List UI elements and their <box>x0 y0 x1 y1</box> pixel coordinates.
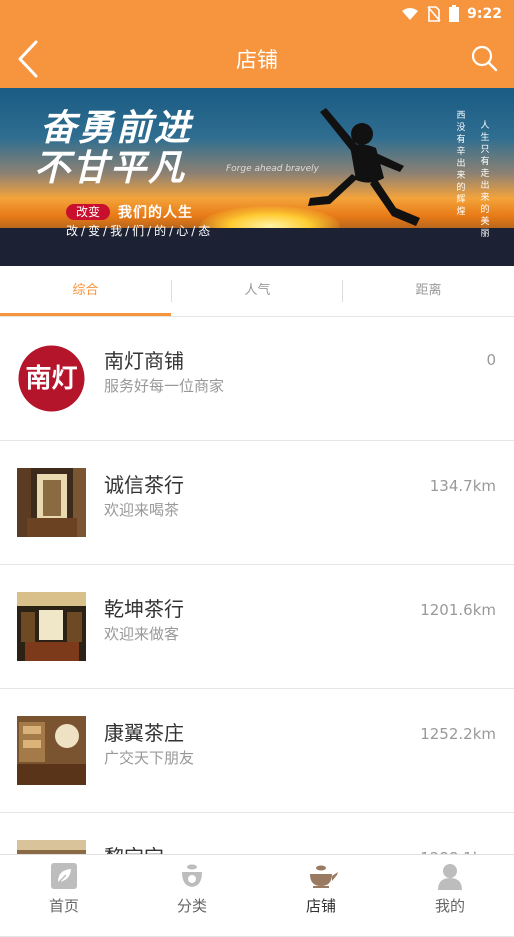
nav-home[interactable]: 首页 <box>0 855 128 916</box>
shop-name: 南灯商铺 <box>104 349 184 373</box>
nav-category[interactable]: 分类 <box>128 855 256 916</box>
shop-thumbnail-image <box>17 592 86 661</box>
nav-home-label: 首页 <box>48 897 79 915</box>
shop-list-item[interactable]: 康翼茶庄 广交天下朋友 1252.2km <box>0 689 514 813</box>
nav-mine[interactable]: 我的 <box>386 855 514 916</box>
promo-banner[interactable]: 奋勇前进 不甘平凡 Forge ahead bravely 改变 我们的人生 改… <box>0 88 514 266</box>
shop-name: 乾坤茶行 <box>104 597 184 621</box>
banner-subtitle: 我们的人生 <box>118 205 193 221</box>
shop-desc: 欢迎来喝茶 <box>104 501 180 519</box>
shop-thumbnail-image <box>17 716 86 785</box>
shop-distance: 1252.2km <box>420 725 496 743</box>
tab-distance[interactable]: 距离 <box>343 266 514 316</box>
nav-mine-label: 我的 <box>434 897 465 915</box>
shop-desc: 服务好每一位商家 <box>104 377 225 395</box>
shop-logo-nandeng: 南灯 <box>18 345 85 412</box>
search-button[interactable] <box>470 44 498 72</box>
shop-name: 诚信茶行 <box>104 473 184 497</box>
banner-pill: 改变 <box>66 204 110 220</box>
tab-active-indicator <box>0 313 171 316</box>
banner-headline-line1: 奋勇前进 <box>40 107 193 149</box>
user-icon <box>438 864 462 890</box>
shop-name: 康翼茶庄 <box>104 721 184 745</box>
leaf-icon <box>51 863 77 889</box>
tab-popularity[interactable]: 人气 <box>172 266 343 316</box>
teapot-shop-icon <box>310 865 338 888</box>
shop-desc: 欢迎来做客 <box>104 625 180 643</box>
shop-distance: 0 <box>486 351 496 369</box>
filter-tabs: 综合 人气 距离 <box>0 266 514 317</box>
bottom-nav: 首页 分类 店铺 我的 <box>0 854 514 916</box>
app-bar: 店铺 <box>0 30 514 88</box>
status-bar: 9:22 <box>0 0 514 30</box>
battery-icon <box>449 5 460 22</box>
banner-subtitle-2: 改/变/我/们/的/心/态 <box>66 224 214 238</box>
status-time: 9:22 <box>467 5 502 22</box>
shop-list-item[interactable]: 诚信茶行 欢迎来喝茶 134.7km <box>0 441 514 565</box>
search-icon <box>471 45 498 72</box>
wifi-icon <box>402 7 419 20</box>
shop-list: 南灯 南灯商铺 服务好每一位商家 0 诚信茶行 欢迎来喝茶 134.7km 乾坤… <box>0 317 514 937</box>
tab-overall[interactable]: 综合 <box>0 266 171 316</box>
banner-vertical-right: 人生只有走出来的美丽 <box>480 121 490 239</box>
banner-vertical-left: 西没有辛出来的辉煌 <box>456 111 466 217</box>
shop-logo-text: 南灯 <box>25 364 77 394</box>
jumping-figure-image <box>308 108 420 226</box>
shop-thumbnail-image <box>17 468 86 537</box>
status-icons: 9:22 <box>401 5 502 22</box>
shop-desc: 广交天下朋友 <box>104 749 195 767</box>
nav-shop[interactable]: 店铺 <box>257 855 385 916</box>
no-sim-icon <box>427 5 441 22</box>
nav-category-label: 分类 <box>176 897 207 915</box>
banner-headline: 奋勇前进 不甘平凡 <box>34 107 260 188</box>
shop-distance: 134.7km <box>429 477 496 495</box>
shop-distance: 1201.6km <box>420 601 496 619</box>
shop-list-item[interactable]: 乾坤茶行 欢迎来做客 1201.6km <box>0 565 514 689</box>
teapot-category-icon <box>182 864 202 887</box>
nav-shop-label: 店铺 <box>305 897 336 915</box>
page-title: 店铺 <box>236 48 278 72</box>
shop-list-item[interactable]: 南灯 南灯商铺 服务好每一位商家 0 <box>0 317 514 441</box>
